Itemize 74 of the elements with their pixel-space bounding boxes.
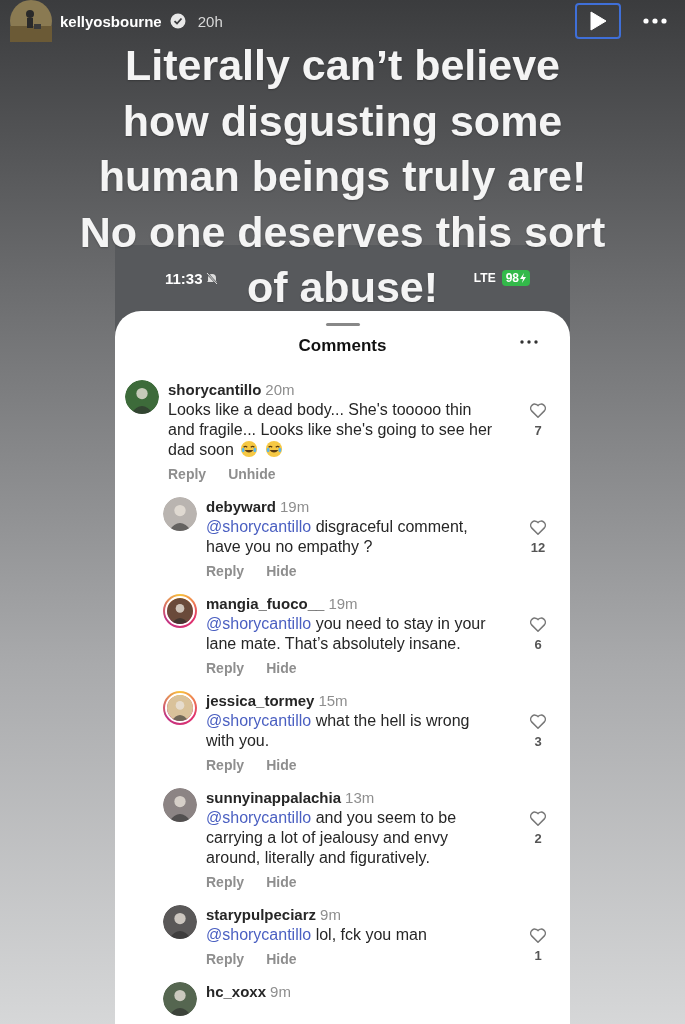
caption-text: how disgusting some xyxy=(122,95,563,147)
hide-toggle-button[interactable]: Hide xyxy=(266,755,297,775)
battery-indicator: 98 xyxy=(501,270,530,286)
comment-username[interactable]: mangia_fuoco__ xyxy=(206,594,325,614)
like-count: 2 xyxy=(534,831,542,846)
heart-icon[interactable] xyxy=(529,713,547,730)
like-count: 1 xyxy=(534,948,542,963)
reply-button[interactable]: Reply xyxy=(206,561,245,581)
avatar[interactable] xyxy=(163,982,197,1016)
mention-link[interactable]: @shorycantillo xyxy=(206,615,312,632)
comment-text: @shorycantillo disgraceful comment, have you no empathy ? xyxy=(206,517,469,557)
sheet-title: Comments xyxy=(298,336,387,356)
comment-text: @shorycantillo what the hell is wrong with you. xyxy=(206,711,471,751)
comment-time: 15m xyxy=(318,691,348,711)
heart-icon[interactable] xyxy=(529,616,547,633)
heart-icon[interactable] xyxy=(529,519,547,536)
like-count: 12 xyxy=(530,540,546,555)
avatar[interactable] xyxy=(125,380,159,414)
comment-time: 13m xyxy=(345,788,375,808)
hide-toggle-button[interactable]: Unhide xyxy=(228,464,276,484)
caption-text: Literally can’t believe xyxy=(125,40,560,91)
more-icon[interactable] xyxy=(518,338,540,346)
hide-toggle-button[interactable]: Hide xyxy=(266,561,297,581)
comment-text: @shorycantillo and you seem to be carrying a lot of jealousy and envy around, literally and figuratively. xyxy=(206,808,458,868)
avatar[interactable] xyxy=(163,905,197,939)
play-icon xyxy=(589,11,607,31)
caption-text: No one deserves this sort xyxy=(79,206,606,258)
like-count: 3 xyxy=(534,734,542,749)
heart-icon[interactable] xyxy=(529,402,547,419)
caption-text: human beings truly are! xyxy=(98,151,587,202)
avatar[interactable] xyxy=(163,497,197,531)
comment-time: 19m xyxy=(328,594,358,614)
avatar[interactable] xyxy=(163,691,197,725)
mention-link[interactable]: @shorycantillo xyxy=(206,712,312,729)
laughing-emoji-icon xyxy=(240,440,259,458)
story-username[interactable]: kellyosbourne xyxy=(60,12,162,30)
reply-button[interactable]: Reply xyxy=(168,464,207,484)
hide-toggle-button[interactable]: Hide xyxy=(266,872,297,892)
caption-text: of abuse! xyxy=(246,262,439,313)
avatar[interactable] xyxy=(163,594,197,628)
comment-time: 19m xyxy=(280,497,310,517)
heart-icon[interactable] xyxy=(529,927,547,944)
comment-username[interactable]: starypulpeciarz xyxy=(206,905,317,925)
comment-text: Looks like a dead body... She's tooooo thin and fragile... Looks like she's going to see her dad soon xyxy=(168,400,494,460)
laughing-emoji-icon xyxy=(264,440,283,458)
comment-username[interactable]: jessica_tormey xyxy=(206,691,315,711)
mention-link[interactable]: @shorycantillo xyxy=(206,809,312,826)
hide-toggle-button[interactable]: Hide xyxy=(266,949,297,969)
heart-icon[interactable] xyxy=(529,810,547,827)
comment-time: 9m xyxy=(270,982,291,1002)
status-time: 11:33 xyxy=(165,269,203,287)
like-count: 7 xyxy=(534,423,542,438)
comment-text: @shorycantillo you need to stay in your lane mate. That’s absolutely insane. xyxy=(206,614,487,654)
comment-username[interactable]: sunnyinappalachia xyxy=(206,788,342,808)
mention-link[interactable]: @shorycantillo xyxy=(206,926,312,943)
comment-username[interactable]: debyward xyxy=(206,497,277,517)
reply-button[interactable]: Reply xyxy=(206,949,245,969)
reply-button[interactable]: Reply xyxy=(206,658,245,678)
comment-text: @shorycantillo lol, fck you man xyxy=(206,925,428,945)
comment-time: 20m xyxy=(265,380,295,400)
network-label: LTE xyxy=(473,271,496,285)
drag-handle[interactable] xyxy=(325,323,360,326)
mention-link[interactable]: @shorycantillo xyxy=(206,518,312,535)
comment-time: 9m xyxy=(320,905,341,925)
story-time: 20h xyxy=(197,12,223,30)
comment-username[interactable]: shorycantillo xyxy=(168,380,262,400)
comment-username[interactable]: hc_xoxx xyxy=(206,982,267,1002)
hide-toggle-button[interactable]: Hide xyxy=(266,658,297,678)
profile-avatar[interactable] xyxy=(10,0,52,42)
reply-button[interactable]: Reply xyxy=(206,755,245,775)
reply-button[interactable]: Reply xyxy=(206,872,245,892)
like-count: 6 xyxy=(534,637,542,652)
avatar[interactable] xyxy=(163,788,197,822)
play-button[interactable] xyxy=(575,3,621,39)
